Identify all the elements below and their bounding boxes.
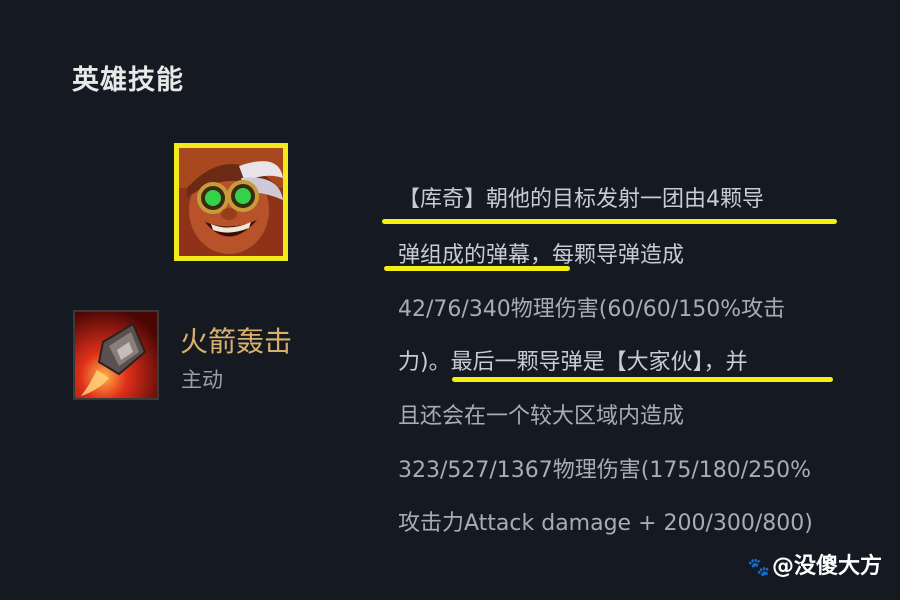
description-line: 力)。最后一颗导弹是【大家伙】，并 xyxy=(398,350,748,375)
highlight-underline xyxy=(452,377,833,382)
description-line: 【库奇】朝他的目标发射一团由4颗导 xyxy=(398,187,764,212)
champion-portrait-icon xyxy=(179,148,283,256)
skill-type: 主动 xyxy=(181,368,223,392)
description-line: 弹组成的弹幕，每颗导弹造成 xyxy=(398,243,685,268)
champion-portrait[interactable] xyxy=(174,143,288,261)
watermark: 🐾@没傻大方 xyxy=(748,548,882,580)
highlight-underline xyxy=(382,219,837,224)
description-line: 42/76/340物理伤害(60/60/150%攻击 xyxy=(398,297,786,322)
skill-icon-button[interactable] xyxy=(73,310,159,400)
description-line: 且还会在一个较大区域内造成 xyxy=(398,404,685,429)
description-line: 323/527/1367物理伤害(175/180/250% xyxy=(398,458,812,483)
section-title: 英雄技能 xyxy=(72,65,184,96)
skill-name: 火箭轰击 xyxy=(180,325,293,358)
rocket-barrage-icon xyxy=(75,312,157,398)
watermark-text: @没傻大方 xyxy=(771,554,882,579)
paw-icon: 🐾 xyxy=(747,557,770,578)
description-line: 攻击力Attack damage + 200/300/800) xyxy=(398,511,813,536)
